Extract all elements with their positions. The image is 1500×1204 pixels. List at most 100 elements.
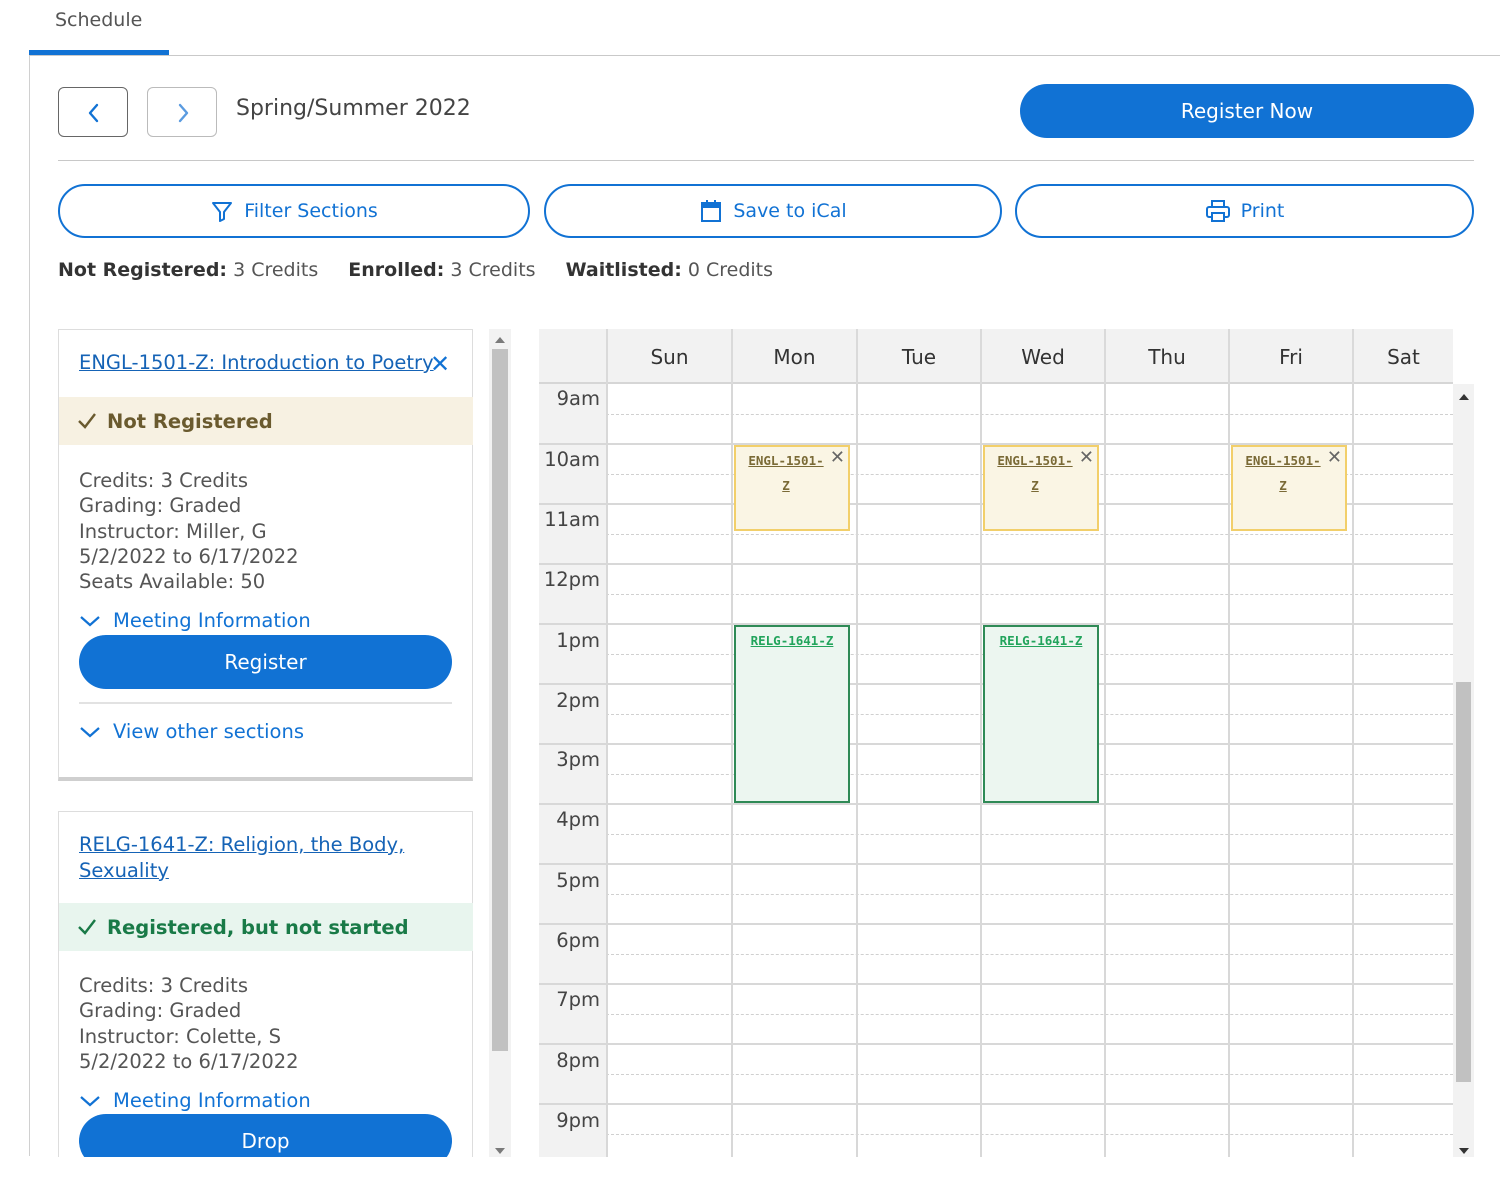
page-bottom-margin — [0, 1157, 1500, 1204]
course-list-scrollbar[interactable] — [489, 329, 511, 1157]
remove-course-icon[interactable]: ✕ — [430, 350, 450, 378]
grading-text: Grading: Graded — [79, 999, 242, 1023]
weekly-calendar: Sun Mon Tue Wed Thu Fri Sat 9am 10am 11a… — [539, 329, 1474, 1157]
scroll-down-arrow-icon[interactable] — [495, 1148, 505, 1154]
print-label: Print — [1240, 200, 1285, 222]
event-course-code[interactable]: ENGL-1501- Z — [990, 448, 1080, 498]
tab-schedule-label: Schedule — [55, 9, 143, 31]
course-details: Credits: 3 Credits Grading: Graded Instr… — [79, 973, 299, 1074]
not-registered-value: 3 Credits — [233, 259, 319, 281]
course-title-link[interactable]: ENGL-1501-Z: Introduction to Poetry — [79, 350, 434, 376]
credits-text: Credits: 3 Credits — [79, 469, 248, 492]
event-relg-wed[interactable]: RELG-1641-Z — [983, 625, 1099, 803]
course-card-relg: RELG-1641-Z: Religion, the Body, Sexuali… — [58, 811, 473, 1168]
event-course-code[interactable]: ENGL-1501- Z — [1238, 448, 1328, 498]
enrolled-label: Enrolled: — [348, 259, 445, 281]
remove-event-icon[interactable]: ✕ — [1079, 447, 1094, 468]
waitlisted-value: 0 Credits — [687, 259, 774, 281]
event-engl-fri[interactable]: ENGL-1501- Z ✕ — [1231, 445, 1347, 531]
time-label: 7pm — [556, 988, 600, 1011]
event-code-line1: ENGL-1501- — [997, 453, 1073, 468]
event-engl-mon[interactable]: ENGL-1501- Z ✕ — [734, 445, 850, 531]
day-header-mon: Mon — [731, 329, 856, 384]
half-hour-line — [606, 414, 1453, 415]
save-to-ical-button[interactable]: Save to iCal — [544, 184, 1002, 238]
time-label: 4pm — [556, 808, 600, 831]
event-course-code[interactable]: ENGL-1501- Z — [741, 448, 831, 498]
dates-text: 5/2/2022 to 6/17/2022 — [79, 544, 299, 568]
time-column: 9am 10am 11am 12pm 1pm 2pm 3pm 4pm 5pm 6… — [539, 384, 606, 1157]
scroll-down-arrow-icon[interactable] — [1459, 1148, 1469, 1154]
time-label: 2pm — [556, 689, 600, 712]
meeting-information-toggle[interactable]: Meeting Information — [79, 1089, 311, 1112]
calendar-scrollbar[interactable] — [1453, 384, 1474, 1157]
scrollbar-thumb[interactable] — [1456, 682, 1471, 1082]
not-registered-label: Not Registered: — [58, 259, 228, 281]
half-hour-line — [606, 954, 1453, 955]
event-code-line1: ENGL-1501- — [1245, 453, 1321, 468]
time-label: 8pm — [556, 1049, 600, 1072]
remove-event-icon[interactable]: ✕ — [830, 447, 845, 468]
chevron-down-icon — [80, 726, 100, 737]
time-label: 11am — [544, 508, 600, 531]
hour-line — [539, 1103, 1453, 1105]
time-label: 12pm — [543, 568, 600, 591]
event-code-line2: Z — [1279, 478, 1287, 493]
half-hour-line — [606, 894, 1453, 895]
day-header-fri: Fri — [1228, 329, 1352, 384]
credit-summary: Not Registered: 3 Credits Enrolled: 3 Cr… — [58, 259, 773, 281]
meeting-information-toggle[interactable]: Meeting Information — [79, 609, 311, 632]
hour-line — [539, 563, 1453, 565]
day-column-line — [1104, 384, 1106, 1157]
day-header-wed: Wed — [980, 329, 1104, 384]
register-now-button[interactable]: Register Now — [1020, 84, 1474, 138]
chevron-down-icon — [80, 1095, 100, 1106]
day-header-tue: Tue — [856, 329, 980, 384]
event-relg-mon[interactable]: RELG-1641-Z — [734, 625, 850, 803]
course-details: Credits: 3 Credits Grading: Graded Instr… — [79, 468, 299, 594]
previous-term-button[interactable] — [58, 87, 128, 137]
half-hour-line — [606, 594, 1453, 595]
hour-line — [539, 983, 1453, 985]
hour-line — [539, 1043, 1453, 1045]
event-course-code[interactable]: RELG-1641-Z — [736, 628, 848, 653]
meeting-information-label: Meeting Information — [113, 1089, 311, 1112]
event-course-code[interactable]: RELG-1641-Z — [985, 628, 1097, 653]
half-hour-line — [606, 1074, 1453, 1075]
checkmark-icon — [78, 413, 96, 429]
status-text: Not Registered — [107, 409, 273, 433]
chevron-left-icon — [88, 103, 99, 123]
register-button[interactable]: Register — [79, 635, 452, 689]
calendar-header: Sun Mon Tue Wed Thu Fri Sat — [539, 329, 1453, 384]
event-engl-wed[interactable]: ENGL-1501- Z ✕ — [983, 445, 1099, 531]
event-code-line2: Z — [1031, 478, 1039, 493]
scrollbar-thumb[interactable] — [492, 349, 508, 1051]
checkmark-icon — [78, 919, 96, 935]
enrolled-value: 3 Credits — [450, 259, 536, 281]
view-other-sections-toggle[interactable]: View other sections — [79, 720, 304, 743]
print-button[interactable]: Print — [1015, 184, 1474, 238]
tab-divider — [29, 55, 1500, 56]
printer-icon — [1205, 200, 1230, 222]
course-title-link[interactable]: RELG-1641-Z: Religion, the Body, Sexuali… — [79, 832, 404, 884]
time-label: 9am — [556, 387, 600, 410]
scroll-up-arrow-icon[interactable] — [495, 337, 505, 343]
scroll-up-arrow-icon[interactable] — [1459, 394, 1469, 400]
waitlisted-label: Waitlisted: — [565, 259, 682, 281]
status-banner: Registered, but not started — [59, 903, 473, 951]
header-divider — [58, 160, 1474, 161]
next-term-button[interactable] — [147, 87, 217, 137]
day-column-line — [980, 384, 982, 1157]
day-column-line — [606, 384, 608, 1157]
time-label: 3pm — [556, 748, 600, 771]
day-column-line — [856, 384, 858, 1157]
status-text: Registered, but not started — [107, 915, 409, 939]
tab-schedule[interactable]: Schedule — [29, 0, 169, 55]
time-label: 10am — [544, 448, 600, 471]
time-label: 9pm — [556, 1109, 600, 1132]
filter-sections-button[interactable]: Filter Sections — [58, 184, 530, 238]
time-label: 6pm — [556, 929, 600, 952]
event-code-line1: ENGL-1501- — [748, 453, 824, 468]
remove-event-icon[interactable]: ✕ — [1327, 447, 1342, 468]
chevron-right-icon — [178, 103, 189, 123]
